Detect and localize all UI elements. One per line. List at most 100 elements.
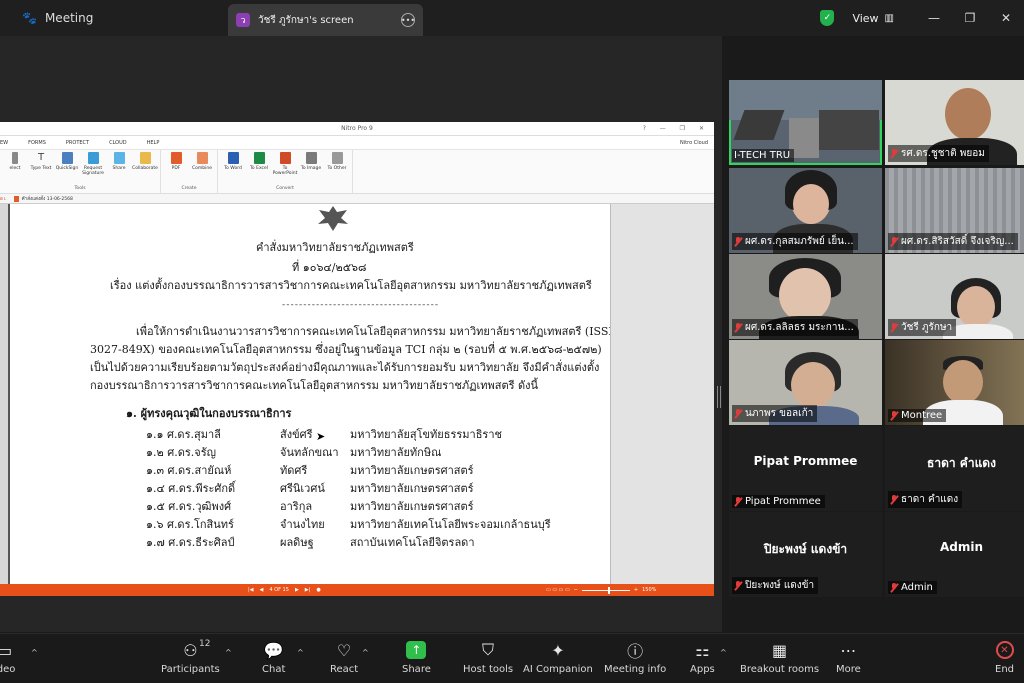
video-camera-icon: ▭	[0, 640, 13, 660]
ribbon-to-word[interactable]: To Word	[221, 150, 245, 184]
ribbon-group-convert: To Word To Excel To PowerPoint To Image …	[218, 150, 353, 193]
chat-options-caret[interactable]: ^	[297, 648, 304, 657]
react-button[interactable]: ♡ React	[330, 640, 358, 676]
signature-icon	[87, 152, 99, 164]
page-indicator[interactable]: 4 OF 15	[269, 587, 289, 593]
encryption-shield-icon[interactable]: ✓	[820, 10, 835, 26]
video-options-caret[interactable]: ^	[31, 648, 38, 657]
ribbon-to-excel[interactable]: To Excel	[247, 150, 271, 184]
doc-tab-left[interactable]: อ เ	[0, 195, 6, 202]
separator-line: -------------------------------------	[282, 300, 440, 310]
muted-mic-icon	[734, 408, 742, 419]
next-page-icon[interactable]: ▶	[295, 587, 299, 593]
file-other-icon	[331, 152, 343, 164]
member-no: ๑.๖ ศ.ดร.โกสินทร์	[146, 518, 234, 531]
menu-cloud[interactable]: CLOUD	[109, 140, 127, 146]
member-no: ๑.๑ ศ.ดร.สุมาลี	[146, 428, 221, 441]
ribbon-request-signature[interactable]: Request Signature	[81, 150, 105, 184]
breakout-grid-icon: ▦	[771, 640, 788, 660]
breakout-rooms-button[interactable]: ▦ Breakout rooms	[740, 640, 820, 676]
view-mode-icons[interactable]: ▭ ▭ ▭ ▭	[546, 587, 570, 593]
menu-view[interactable]: EW	[0, 140, 8, 146]
participant-tile[interactable]: Montree	[885, 340, 1024, 425]
participant-tile[interactable]: นภาพร ขอลเก้า	[729, 340, 882, 425]
host-tools-button[interactable]: ⛉ Host tools	[463, 640, 513, 675]
play-icon[interactable]: ●	[316, 587, 320, 593]
end-meeting-button[interactable]: ✕ End	[995, 640, 1014, 675]
video-button[interactable]: ▭ ideo	[0, 640, 15, 676]
cloud-share-icon	[113, 152, 125, 164]
shared-screen-tab[interactable]: ว วัชรี ภูรักษา's screen •••	[228, 4, 423, 36]
view-button[interactable]: View ▥	[852, 12, 894, 25]
zoom-in-icon[interactable]: +	[634, 587, 638, 593]
meeting-info-label: Meeting info	[604, 664, 667, 675]
ribbon-to-image[interactable]: To Image	[299, 150, 323, 184]
zoom-slider[interactable]	[581, 586, 630, 594]
first-page-icon[interactable]: |◀	[248, 587, 254, 593]
more-options-icon[interactable]: •••	[401, 13, 415, 27]
ribbon-quicksign[interactable]: QuickSign	[55, 150, 79, 184]
participant-tile[interactable]: ปิยะพงษ์ แดงข้า ปิยะพงษ์ แดงข้า	[729, 512, 882, 597]
participant-tile[interactable]: Pipat Prommee Pipat Prommee	[729, 426, 882, 511]
participant-name-label: I-TECH TRU	[732, 149, 795, 162]
member-org: มหาวิทยาลัยเกษตรศาสตร์	[350, 464, 474, 477]
ribbon-share[interactable]: Share	[107, 150, 131, 184]
participant-name-label: Admin	[888, 581, 937, 594]
breakout-rooms-label: Breakout rooms	[740, 664, 820, 675]
ribbon-to-powerpoint[interactable]: To PowerPoint	[273, 150, 297, 184]
ribbon-pdf[interactable]: PDF	[164, 150, 188, 184]
restore-window-button[interactable]: ❐	[952, 11, 988, 25]
minimize-window-button[interactable]: —	[916, 11, 952, 25]
ribbon-select[interactable]: elect	[3, 150, 27, 184]
ai-companion-button[interactable]: ✦ AI Companion	[523, 640, 593, 676]
menu-protect[interactable]: PROTECT	[66, 140, 89, 146]
react-options-caret[interactable]: ^	[362, 648, 369, 657]
participants-options-caret[interactable]: ^	[225, 648, 232, 657]
word-icon	[227, 152, 239, 164]
participant-tile[interactable]: รศ.ดร.ชูชาติ พยอม	[885, 80, 1024, 165]
ribbon-to-other[interactable]: To Other	[325, 150, 349, 184]
nitro-ribbon: elect T Type Text QuickSign Request Signa…	[0, 150, 714, 194]
participants-button[interactable]: ⚇ Participants	[161, 640, 220, 676]
participant-tile[interactable]: Admin Admin	[885, 512, 1024, 597]
apps-options-caret[interactable]: ^	[720, 648, 727, 657]
share-button[interactable]: ↑ Share	[402, 640, 431, 675]
paragraph-line-3: เป็นไปด้วยความเรียบร้อยตามวัตถุประสงค์อย…	[90, 361, 600, 374]
document-viewport[interactable]: คำสั่งมหาวิทยาลัยราชภัฏเทพสตรี ที่ ๑๐๖๔/…	[0, 204, 714, 584]
participant-tile[interactable]: ธาดา คำแดง ธาดา คำแดง	[885, 426, 1024, 511]
ribbon-collaborate[interactable]: Collaborate	[132, 150, 158, 184]
participant-tile[interactable]: ผศ.ดร.ลลิลธร มระกาน...	[729, 254, 882, 339]
member-lastname: ผลดิษฐ	[280, 536, 314, 549]
meeting-tab[interactable]: 🐾 Meeting	[22, 0, 93, 36]
last-page-icon[interactable]: ▶|	[305, 587, 311, 593]
close-window-button[interactable]: ✕	[988, 11, 1024, 25]
zoom-out-icon[interactable]: −	[574, 587, 578, 593]
ribbon-type-text[interactable]: T Type Text	[29, 150, 53, 184]
muted-mic-icon	[890, 322, 898, 333]
meeting-tab-label: Meeting	[44, 11, 94, 25]
sharer-avatar-badge: ว	[236, 13, 250, 27]
menu-help[interactable]: HELP	[147, 140, 160, 146]
ribbon-combine[interactable]: Combine	[190, 150, 214, 184]
more-button[interactable]: ⋯ More	[836, 640, 861, 676]
nitro-cloud-account[interactable]: Nitro Cloud	[680, 140, 708, 146]
apps-button[interactable]: ⚏ Apps	[690, 640, 715, 676]
participant-name-label: ผศ.ดร.ลลิลธร มระกาน...	[732, 319, 858, 336]
nitro-window-controls[interactable]: ? — ❐ ✕	[643, 122, 710, 136]
split-divider-handle[interactable]	[717, 386, 721, 408]
participant-tile[interactable]: I-TECH TRU	[729, 80, 882, 165]
participant-tile[interactable]: ผศ.ดร.สิริสวัสดิ์ จึงเจริญ...	[885, 168, 1024, 253]
order-number: ที่ ๑๐๖๔/๒๕๖๘	[292, 261, 367, 274]
participant-tile[interactable]: ผศ.ดร.กุลสมภรัพย์ เย็น...	[729, 168, 882, 253]
participant-gallery: I-TECH TRU รศ.ดร.ชูชาติ พยอม ผศ.ดร.กุลสม…	[729, 80, 1024, 600]
participant-tile[interactable]: วัชรี ภูรักษา	[885, 254, 1024, 339]
prev-page-icon[interactable]: ◀	[260, 587, 264, 593]
menu-forms[interactable]: FORMS	[28, 140, 46, 146]
participant-name-label: ผศ.ดร.สิริสวัสดิ์ จึงเจริญ...	[888, 233, 1018, 250]
doc-tab-active[interactable]: คำสั่งแต่งตั้ง 13-06-2568	[13, 195, 73, 202]
meeting-info-button[interactable]: ⓘ Meeting info	[604, 640, 666, 675]
garuda-emblem-icon	[318, 206, 348, 231]
more-dots-icon: ⋯	[840, 640, 857, 660]
chat-button[interactable]: 💬 Chat	[262, 640, 285, 676]
member-no: ๑.๒ ศ.ดร.จรัญ	[146, 446, 216, 459]
